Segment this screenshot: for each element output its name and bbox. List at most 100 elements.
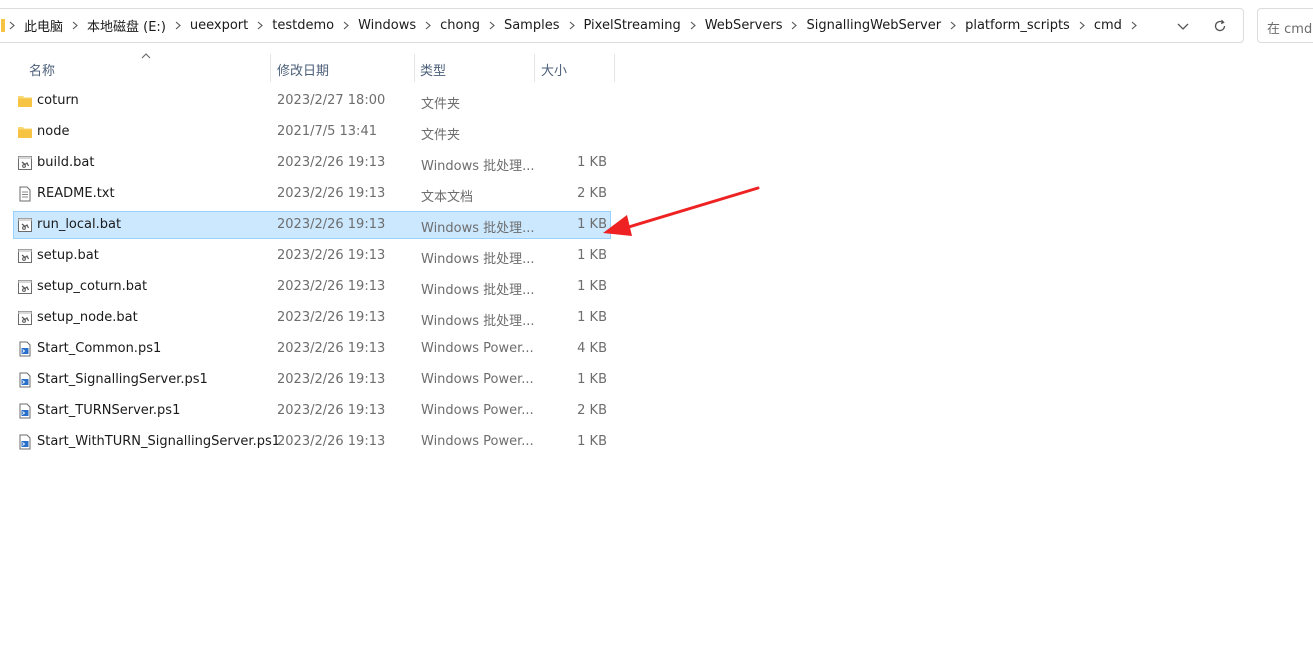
file-name: setup_coturn.bat bbox=[37, 279, 148, 294]
powershell-file-icon bbox=[17, 341, 33, 357]
file-date: 2023/2/26 19:13 bbox=[277, 217, 386, 232]
breadcrumb-item[interactable]: Windows bbox=[353, 18, 421, 33]
file-row[interactable]: run_local.bat 2023/2/26 19:13 Windows 批处理.… bbox=[13, 211, 611, 239]
powershell-file-icon bbox=[17, 372, 33, 388]
column-header-name-label: 名称 bbox=[29, 64, 56, 79]
file-size: 1 KB bbox=[577, 372, 607, 387]
column-header-date-label: 修改日期 bbox=[277, 64, 330, 79]
folder-icon bbox=[17, 93, 33, 109]
powershell-file-icon bbox=[17, 434, 33, 450]
file-type: 文本文档 bbox=[421, 190, 474, 205]
chevron-right-icon[interactable] bbox=[1075, 21, 1089, 30]
chevron-right-icon[interactable] bbox=[171, 21, 185, 30]
folder-icon bbox=[17, 124, 33, 140]
file-row[interactable]: README.txt 2023/2/26 19:13 文本文档 2 KB bbox=[14, 181, 610, 207]
file-name: Start_Common.ps1 bbox=[37, 341, 162, 356]
file-type: Windows 批处理... bbox=[421, 252, 535, 267]
file-size: 1 KB bbox=[577, 310, 607, 325]
chevron-right-icon[interactable] bbox=[421, 21, 435, 30]
file-type: Windows Power... bbox=[421, 403, 534, 418]
file-date: 2023/2/26 19:13 bbox=[277, 310, 386, 325]
file-type: Windows 批处理... bbox=[421, 159, 535, 174]
chevron-down-icon[interactable] bbox=[1175, 18, 1191, 34]
powershell-file-icon bbox=[17, 403, 33, 419]
breadcrumb-item[interactable]: ueexport bbox=[185, 18, 253, 33]
file-size: 2 KB bbox=[577, 403, 607, 418]
breadcrumb-item[interactable]: cmd bbox=[1089, 18, 1127, 33]
file-name: README.txt bbox=[37, 186, 115, 201]
file-name: coturn bbox=[37, 93, 79, 108]
file-size: 1 KB bbox=[577, 248, 607, 263]
file-name: node bbox=[37, 124, 70, 139]
file-name: build.bat bbox=[37, 155, 95, 170]
file-row[interactable]: node 2021/7/5 13:41 文件夹 bbox=[14, 119, 610, 145]
file-date: 2023/2/26 19:13 bbox=[277, 434, 386, 449]
file-row[interactable]: Start_WithTURN_SignallingServer.ps1 2023/… bbox=[14, 429, 610, 455]
column-header-date[interactable]: 修改日期 bbox=[270, 52, 414, 82]
batch-file-icon bbox=[17, 310, 33, 326]
file-type: Windows Power... bbox=[421, 372, 534, 387]
file-name: Start_SignallingServer.ps1 bbox=[37, 372, 208, 387]
chevron-right-icon[interactable] bbox=[5, 21, 19, 30]
file-date: 2023/2/26 19:13 bbox=[277, 341, 386, 356]
file-date: 2023/2/26 19:13 bbox=[277, 279, 386, 294]
file-name: setup_node.bat bbox=[37, 310, 138, 325]
breadcrumb-item[interactable]: WebServers bbox=[700, 18, 788, 33]
breadcrumb-item[interactable]: SignallingWebServer bbox=[801, 18, 946, 33]
file-date: 2023/2/26 19:13 bbox=[277, 403, 386, 418]
chevron-right-icon[interactable] bbox=[686, 21, 700, 30]
column-header-type-label: 类型 bbox=[420, 64, 447, 79]
chevron-right-icon[interactable] bbox=[565, 21, 579, 30]
chevron-right-icon[interactable] bbox=[946, 21, 960, 30]
breadcrumb-item[interactable]: 此电脑 bbox=[19, 16, 68, 35]
file-type: 文件夹 bbox=[421, 128, 461, 143]
column-header-name[interactable]: 名称 bbox=[14, 52, 270, 82]
file-row[interactable]: setup.bat 2023/2/26 19:13 Windows 批处理... 1 … bbox=[14, 243, 610, 269]
chevron-right-icon[interactable] bbox=[339, 21, 353, 30]
file-row[interactable]: setup_node.bat 2023/2/26 19:13 Windows 批处理… bbox=[14, 305, 610, 331]
file-row[interactable]: Start_Common.ps1 2023/2/26 19:13 Windows P… bbox=[14, 336, 610, 362]
chevron-right-icon[interactable] bbox=[787, 21, 801, 30]
file-type: Windows Power... bbox=[421, 341, 534, 356]
chevron-right-icon[interactable] bbox=[1127, 21, 1141, 30]
batch-file-icon bbox=[17, 217, 33, 233]
file-name: Start_WithTURN_SignallingServer.ps1 bbox=[37, 434, 281, 449]
breadcrumb-item[interactable]: platform_scripts bbox=[960, 18, 1075, 33]
file-name: Start_TURNServer.ps1 bbox=[37, 403, 181, 418]
column-header-type[interactable]: 类型 bbox=[414, 52, 534, 82]
batch-file-icon bbox=[17, 155, 33, 171]
chevron-right-icon[interactable] bbox=[485, 21, 499, 30]
column-header-size[interactable]: 大小 bbox=[534, 52, 614, 82]
file-type: Windows 批处理... bbox=[421, 314, 535, 329]
file-size: 1 KB bbox=[577, 155, 607, 170]
file-size: 1 KB bbox=[577, 217, 607, 232]
file-row[interactable]: Start_TURNServer.ps1 2023/2/26 19:13 Windo… bbox=[14, 398, 610, 424]
chevron-right-icon[interactable] bbox=[68, 21, 82, 30]
file-row[interactable]: coturn 2023/2/27 18:00 文件夹 bbox=[14, 88, 610, 114]
breadcrumb-item[interactable]: testdemo bbox=[267, 18, 339, 33]
file-date: 2023/2/26 19:13 bbox=[277, 186, 386, 201]
chevron-right-icon[interactable] bbox=[253, 21, 267, 30]
text-file-icon bbox=[17, 186, 33, 202]
file-date: 2023/2/27 18:00 bbox=[277, 93, 386, 108]
batch-file-icon bbox=[17, 279, 33, 295]
file-row[interactable]: build.bat 2023/2/26 19:13 Windows 批处理... 1 … bbox=[14, 150, 610, 176]
breadcrumb: 此电脑 本地磁盘 (E:) ueexport testdemo Windows chong… bbox=[0, 9, 1141, 42]
refresh-icon[interactable] bbox=[1212, 18, 1228, 34]
column-divider[interactable] bbox=[614, 54, 615, 82]
file-name: run_local.bat bbox=[37, 217, 122, 232]
file-type: Windows 批处理... bbox=[421, 221, 535, 236]
breadcrumb-item[interactable]: Samples bbox=[499, 18, 565, 33]
file-row[interactable]: Start_SignallingServer.ps1 2023/2/26 19:1… bbox=[14, 367, 610, 393]
file-row[interactable]: setup_coturn.bat 2023/2/26 19:13 Windows 批… bbox=[14, 274, 610, 300]
file-name: setup.bat bbox=[37, 248, 99, 263]
file-size: 4 KB bbox=[577, 341, 607, 356]
breadcrumb-item[interactable]: 本地磁盘 (E:) bbox=[82, 16, 171, 35]
breadcrumb-item[interactable]: PixelStreaming bbox=[579, 18, 686, 33]
address-bar[interactable]: 此电脑 本地磁盘 (E:) ueexport testdemo Windows chong… bbox=[0, 8, 1244, 43]
breadcrumb-item[interactable]: chong bbox=[435, 18, 485, 33]
file-date: 2023/2/26 19:13 bbox=[277, 248, 386, 263]
file-type: Windows 批处理... bbox=[421, 283, 535, 298]
batch-file-icon bbox=[17, 248, 33, 264]
search-input[interactable]: 在 cmd bbox=[1257, 8, 1313, 43]
